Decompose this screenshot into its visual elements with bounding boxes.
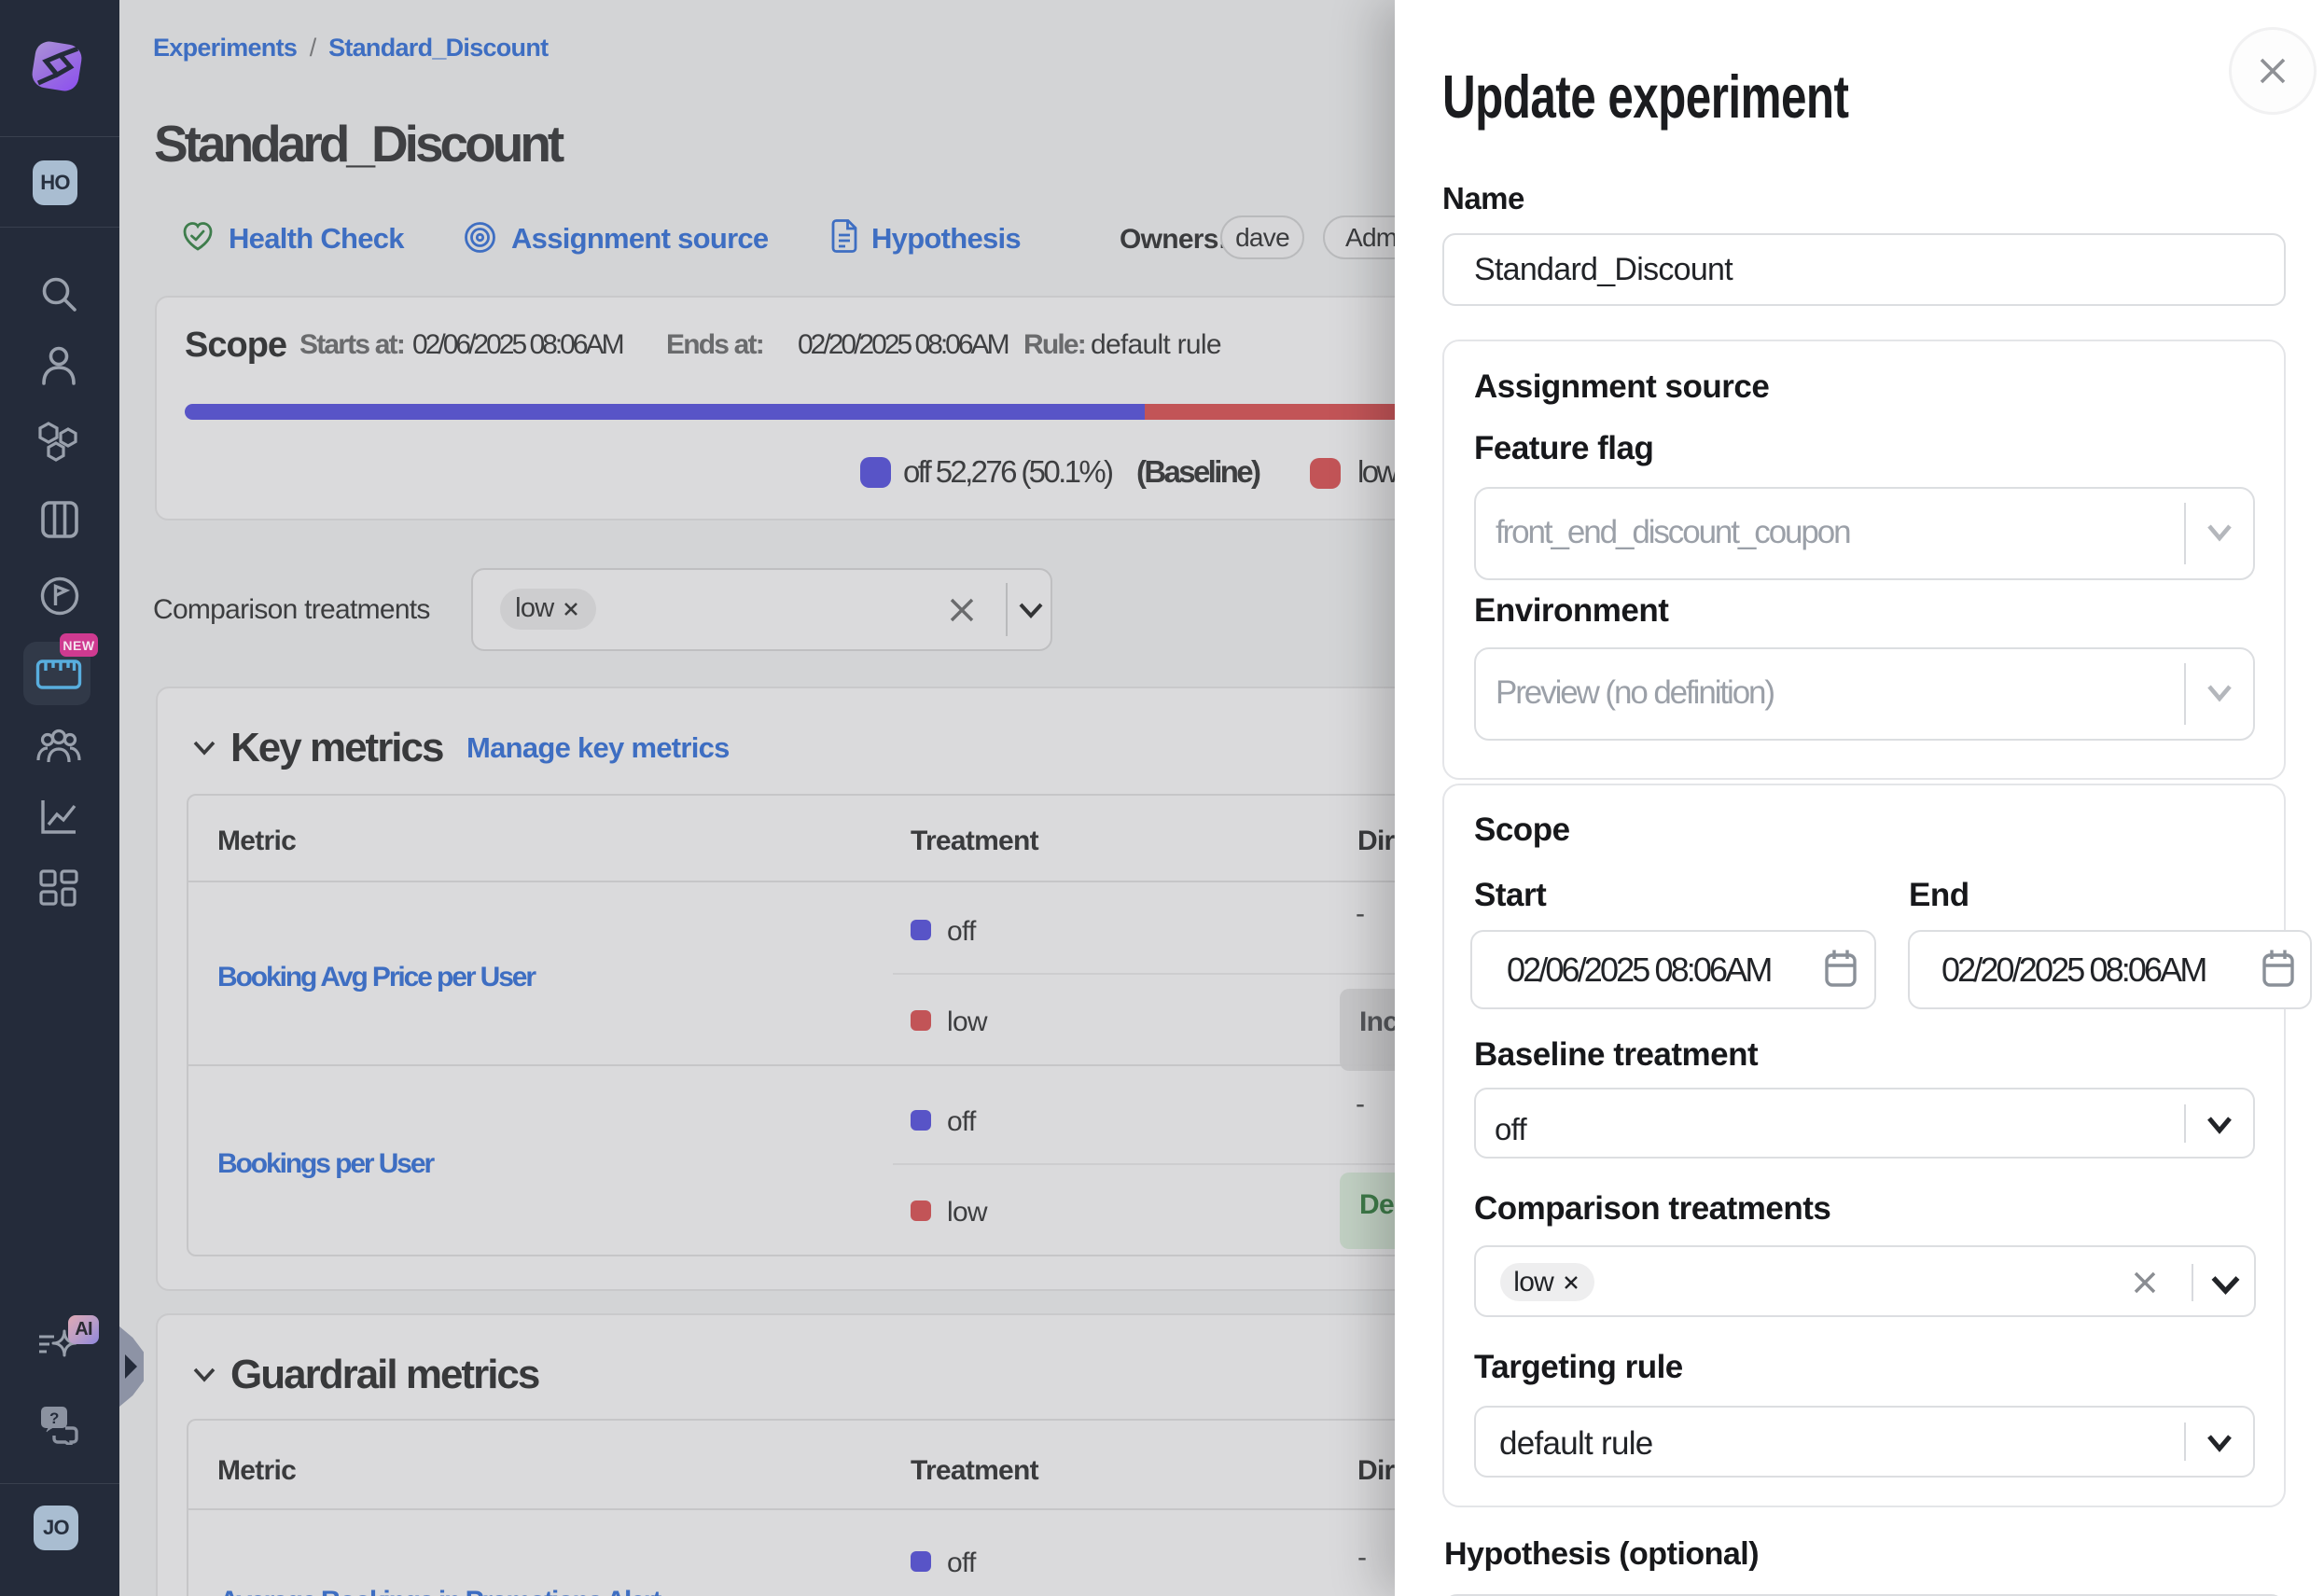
svg-text:?: ? [49, 1409, 59, 1427]
